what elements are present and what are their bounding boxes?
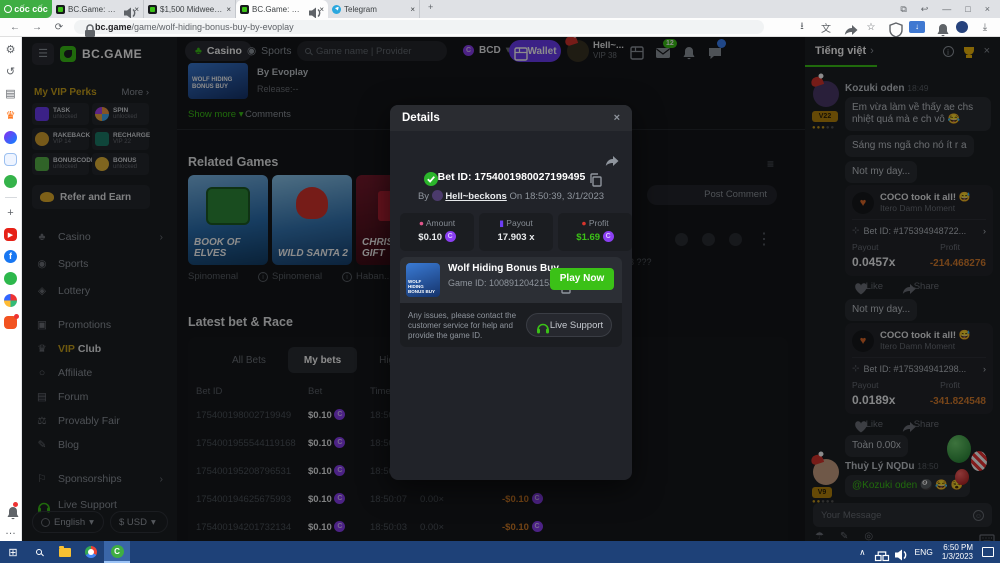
stat-profit: ● Profit$1.69 [558, 213, 632, 251]
start-button[interactable]: ⊞ [0, 546, 26, 559]
browser-tab-bar: cốc cốc BC.Game: Crypto Casino× $1,500 M… [0, 0, 1000, 18]
youtube-icon[interactable]: ▶ [4, 228, 17, 241]
show-hidden-icons[interactable]: ∧ [859, 547, 865, 558]
tab-telegram[interactable]: Telegram× [328, 0, 420, 18]
coin-icon [603, 231, 614, 242]
action-center-icon[interactable] [982, 547, 994, 557]
tab-evoplay-promo[interactable]: $1,500 Midweek Evoplay Mu...× [144, 0, 236, 18]
modal-close-icon[interactable]: × [614, 112, 620, 124]
tab-audio-icon[interactable] [123, 5, 131, 13]
settings-gear-icon[interactable]: ⚙ [6, 43, 16, 56]
forward-button[interactable]: → [30, 22, 44, 33]
reading-list-icon[interactable]: ▤ [5, 87, 15, 100]
browser-toolbar: ← → ⟳ bc.game/game/wolf-hiding-bonus-buy… [0, 18, 1000, 37]
add-shortcut-icon[interactable]: + [7, 207, 13, 219]
taskbar-clock[interactable]: 6:50 PM1/3/2023 [942, 543, 973, 561]
windows-taskbar: ⊞ C ∧ ENG 6:50 PM1/3/2023 [0, 541, 1000, 563]
reload-button[interactable]: ⟳ [52, 22, 66, 33]
translate-icon[interactable]: 文 [819, 20, 833, 35]
download-manager-icon[interactable]: ↓ [909, 21, 925, 33]
tab-close-icon[interactable]: × [319, 5, 324, 14]
network-icon[interactable] [874, 547, 885, 558]
shopee-cart-icon[interactable] [4, 316, 17, 329]
bcgame-page: ☰ BC.GAME My VIP Perks More › TASKunlock… [22, 37, 1000, 541]
modal-title: Details [402, 112, 440, 124]
telegram-favicon [332, 5, 341, 14]
game-thumb: WOLF HIDING BONUS BUY [406, 263, 440, 297]
more-icon[interactable]: … [5, 525, 16, 537]
stat-payout: ▮ Payout17.903 x [479, 213, 553, 251]
promo-favicon [148, 5, 157, 14]
messenger-icon[interactable] [4, 131, 17, 144]
bet-id-row: Bet ID: 1754001980027199495 [390, 171, 632, 183]
adblock-shield-icon[interactable] [888, 22, 899, 33]
bet-details-modal: Details × Bet ID: 1754001980027199495 By … [390, 105, 632, 480]
language-indicator[interactable]: ENG [914, 547, 932, 557]
share-icon[interactable] [843, 22, 854, 33]
live-support-button[interactable]: Live Support [526, 313, 612, 337]
player-name[interactable]: Hell~beckons [445, 191, 507, 202]
alerts-bell-icon[interactable] [5, 504, 16, 516]
games-icon[interactable] [4, 175, 17, 188]
minimize-button[interactable]: — [942, 4, 951, 14]
play-now-button[interactable]: Play Now [550, 268, 614, 290]
facebook-icon[interactable]: f [4, 250, 17, 263]
divider [5, 197, 17, 198]
coccoc-button[interactable]: C [104, 541, 130, 563]
maximize-button[interactable]: □ [965, 4, 970, 14]
taskbar-search-button[interactable] [26, 541, 52, 563]
new-tab-button[interactable]: + [420, 0, 441, 18]
verified-icon [423, 171, 435, 183]
bcgame-favicon [56, 5, 65, 14]
tab-close-icon[interactable]: × [410, 5, 415, 14]
chrome-button[interactable] [78, 541, 104, 563]
tab-bcgame-1[interactable]: BC.Game: Crypto Casino× [52, 0, 144, 18]
tab-bcgame-2-active[interactable]: BC.Game: Crypto Casino× [236, 0, 328, 18]
download-tray-icon[interactable]: ⭳ [795, 19, 809, 36]
share-bet-icon[interactable] [604, 153, 618, 167]
lock-icon [82, 23, 91, 32]
stat-amount: ● Amount$0.10 [400, 213, 474, 251]
profile-avatar[interactable] [956, 21, 968, 33]
history-icon[interactable]: ↺ [6, 65, 15, 78]
modal-game-card: WOLF HIDING BONUS BUY Wolf Hiding Bonus … [400, 257, 622, 303]
volume-icon[interactable] [894, 547, 905, 558]
coccoc-logo[interactable]: cốc cốc [0, 0, 52, 18]
screenshot-icon[interactable]: ⧉ [900, 4, 906, 15]
bet-player-row: By Hell~beckons On 18:50:39, 3/1/2023 [390, 190, 632, 202]
undo-close-icon[interactable]: ↩ [921, 4, 929, 15]
back-button[interactable]: ← [8, 22, 22, 33]
tab-close-icon[interactable]: × [134, 5, 139, 14]
copy-icon[interactable] [588, 172, 599, 183]
support-note: Any issues, please contact the customer … [408, 311, 528, 341]
download-icon[interactable]: ⤓ [978, 22, 992, 33]
close-window-button[interactable]: × [985, 4, 990, 14]
headset-icon [535, 320, 546, 331]
address-bar[interactable]: bc.game/game/wolf-hiding-bonus-buy-by-ev… [74, 20, 764, 34]
tab-audio-icon[interactable] [308, 5, 316, 13]
browser-side-rail: ⚙ ↺ ▤ ♛ + ▶ f … [0, 37, 22, 541]
bcgame-favicon [240, 5, 249, 14]
coin-icon [445, 231, 456, 242]
tab-close-icon[interactable]: × [226, 5, 231, 14]
notification-bell-icon[interactable] [935, 22, 946, 33]
modal-note-row: Any issues, please contact the customer … [400, 303, 622, 347]
chat-app-icon[interactable] [4, 272, 17, 285]
crown-icon[interactable]: ♛ [6, 109, 16, 122]
file-explorer-button[interactable] [52, 541, 78, 563]
player-avatar[interactable] [432, 190, 443, 201]
bookmark-star-icon[interactable]: ☆ [864, 22, 878, 33]
newsfeed-icon[interactable] [4, 153, 17, 166]
colorful-app-icon[interactable] [4, 294, 17, 307]
